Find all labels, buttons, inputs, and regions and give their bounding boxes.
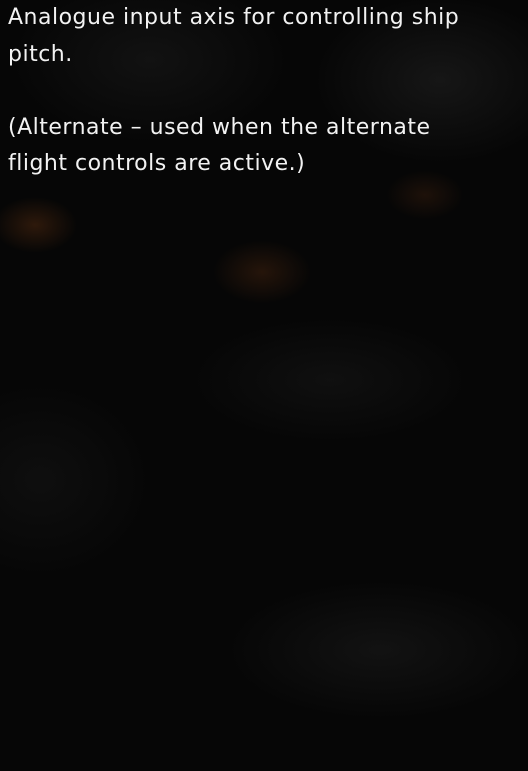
description-line-1: Analogue input axis for controlling ship xyxy=(8,5,460,30)
description-line-3: (Alternate – used when the alternate xyxy=(8,114,431,140)
description-primary: Analogue input axis for controlling ship… xyxy=(8,0,513,73)
game-background: Analogue input axis for controlling ship… xyxy=(0,0,528,771)
description-line-2: pitch. xyxy=(8,41,73,67)
description-line-4: flight controls are active.) xyxy=(8,151,306,176)
description-alternate: (Alternate – used when the alternate fli… xyxy=(8,110,513,183)
control-description: Analogue input axis for controlling ship… xyxy=(8,0,513,183)
